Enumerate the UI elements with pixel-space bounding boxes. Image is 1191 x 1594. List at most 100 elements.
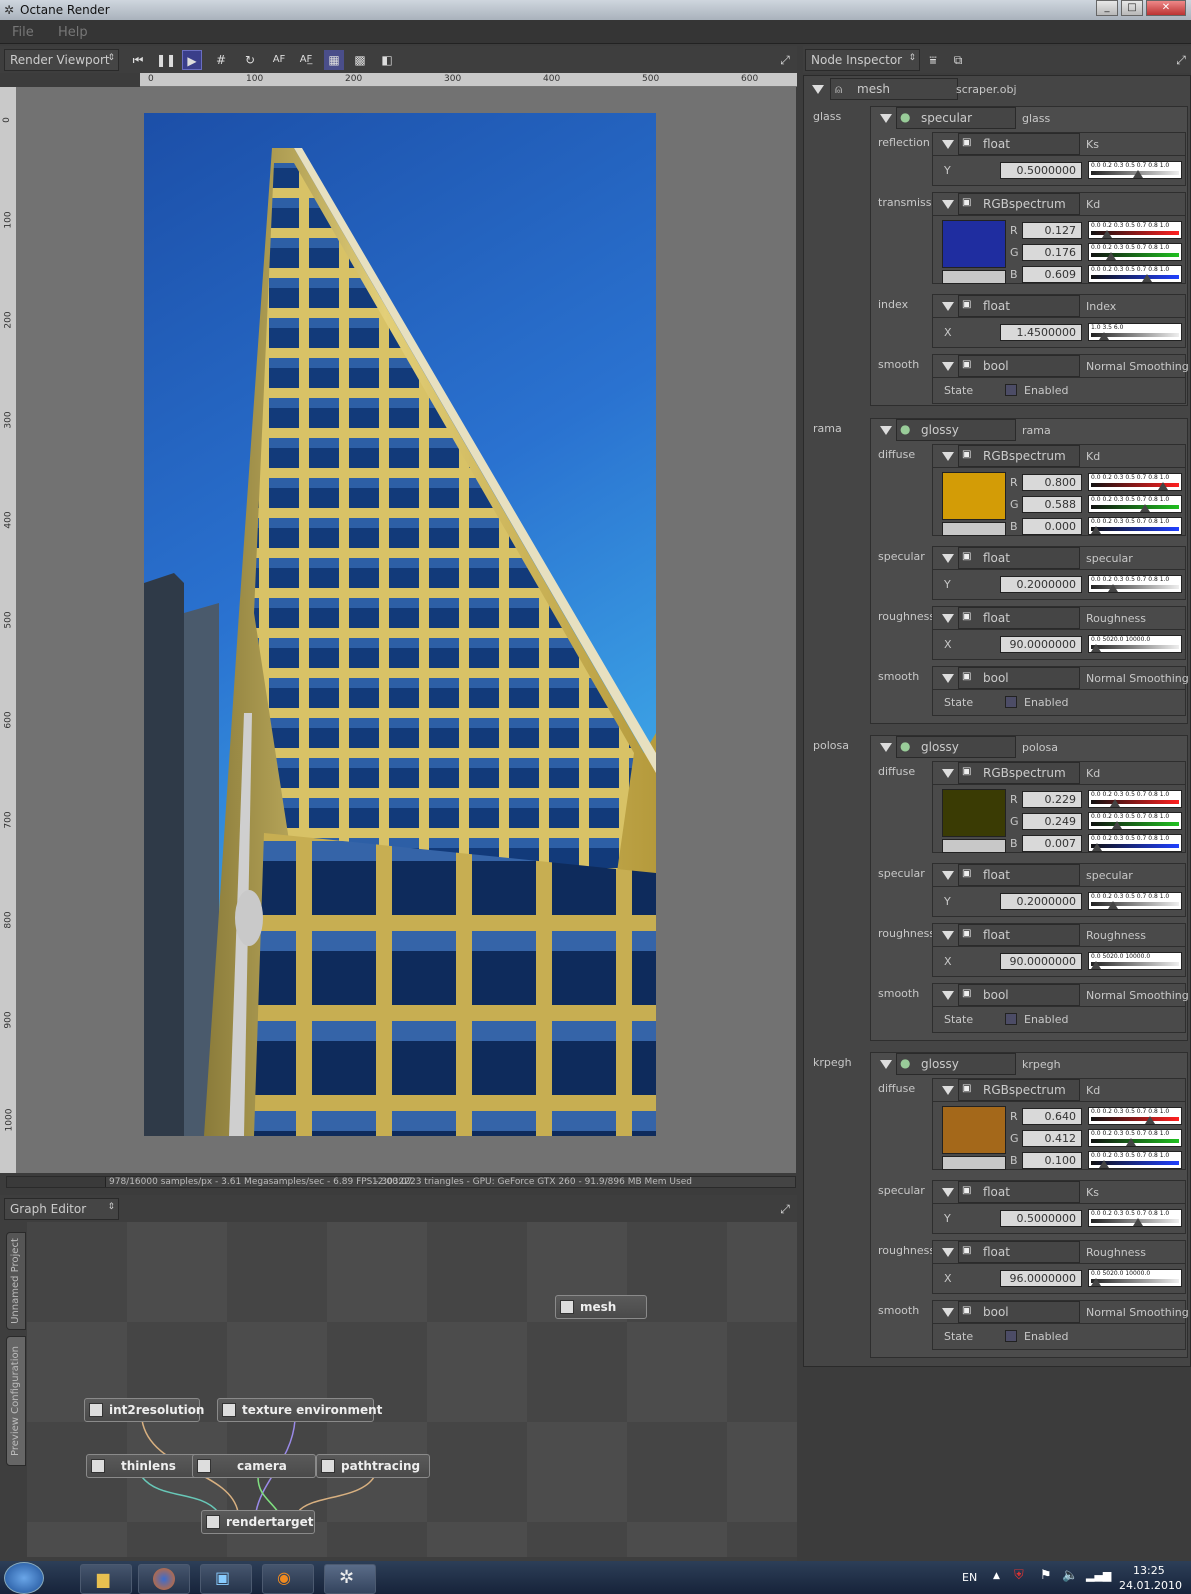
slider-knob[interactable]	[1133, 1218, 1143, 1226]
krpegh-diffuse-g-slider[interactable]: 0.0 0.2 0.3 0.5 0.7 0.8 1.0	[1088, 1129, 1182, 1147]
collapse-icon[interactable]: ⩸	[923, 50, 943, 70]
node-texture-environment[interactable]: texture environment	[217, 1398, 382, 1422]
blender-taskbar-button[interactable]: ◉	[262, 1564, 314, 1594]
pause-icon[interactable]: ❚❚	[156, 50, 176, 70]
slider-knob[interactable]	[1111, 821, 1122, 829]
slider-knob[interactable]	[1107, 901, 1118, 909]
rama-diffuse-r-value-field[interactable]: 0.800	[1022, 474, 1082, 491]
slider-knob[interactable]	[1101, 230, 1112, 238]
node-int2resolution[interactable]: int2resolution	[84, 1398, 204, 1422]
polosa-diffuse-color-swatch[interactable]	[942, 789, 1006, 837]
autofocus-pick-icon[interactable]: AF̲	[296, 50, 316, 70]
glass-index-value-field[interactable]: 1.4500000	[1000, 324, 1082, 341]
rama-diffuse-b-value-field[interactable]: 0.000	[1022, 518, 1082, 535]
explorer-taskbar-button[interactable]: ▆	[80, 1564, 132, 1594]
glass-reflection-type-combo[interactable]: float	[958, 133, 1080, 155]
polosa-diffuse-r-value-field[interactable]: 0.229	[1022, 791, 1082, 808]
krpegh-diffuse-r-slider[interactable]: 0.0 0.2 0.3 0.5 0.7 0.8 1.0	[1088, 1107, 1182, 1125]
polosa-smooth-type-combo[interactable]: bool	[958, 984, 1080, 1006]
security-icon[interactable]: ⛨	[1014, 1568, 1024, 1583]
rama-diffuse-b-slider[interactable]: 0.0 0.2 0.3 0.5 0.7 0.8 1.0	[1088, 517, 1182, 535]
clock-date[interactable]: 24.01.2010	[1119, 1579, 1182, 1592]
node-pathtracing[interactable]: pathtracing	[316, 1454, 430, 1478]
polosa-smooth-expand-arrow-icon[interactable]	[942, 991, 954, 1000]
maximize-viewport-icon[interactable]: ⤢	[775, 50, 795, 70]
rama-diffuse-type-combo[interactable]: RGBspectrum	[958, 445, 1080, 467]
rama-smooth-expand-arrow-icon[interactable]	[942, 674, 954, 683]
slider-knob[interactable]	[1110, 799, 1121, 807]
rama-roughness-value-field[interactable]: 90.0000000	[1000, 636, 1082, 653]
view-mode-3-icon[interactable]: ◧	[377, 50, 397, 70]
glass-transmission-r-value-field[interactable]: 0.127	[1022, 222, 1082, 239]
close-button[interactable]: ✕	[1146, 0, 1186, 16]
rama-smooth-checkbox[interactable]	[1005, 696, 1017, 708]
flag-icon[interactable]: ⚑	[1040, 1568, 1052, 1583]
krpegh-diffuse-b-slider[interactable]: 0.0 0.2 0.3 0.5 0.7 0.8 1.0	[1088, 1151, 1182, 1169]
control-panel-taskbar-button[interactable]: ▣	[200, 1564, 252, 1594]
glass-index-expand-arrow-icon[interactable]	[942, 302, 954, 311]
menu-file[interactable]: File	[12, 25, 34, 40]
polosa-material-expand-icon[interactable]	[880, 743, 892, 752]
glass-transmission-type-combo[interactable]: RGBspectrum	[958, 193, 1080, 215]
krpegh-diffuse-expand-arrow-icon[interactable]	[942, 1086, 954, 1095]
rama-diffuse-g-slider[interactable]: 0.0 0.2 0.3 0.5 0.7 0.8 1.0	[1088, 495, 1182, 513]
refresh-icon[interactable]: ↻	[240, 50, 260, 70]
slider-knob[interactable]	[1125, 1138, 1136, 1146]
expand-arrow-icon[interactable]	[812, 85, 824, 94]
glass-transmission-g-value-field[interactable]: 0.176	[1022, 244, 1082, 261]
glass-transmission-b-slider[interactable]: 0.0 0.2 0.3 0.5 0.7 0.8 1.0	[1088, 265, 1182, 283]
glass-transmission-g-slider[interactable]: 0.0 0.2 0.3 0.5 0.7 0.8 1.0	[1088, 243, 1182, 261]
polosa-specular-slider[interactable]: 0.0 0.2 0.3 0.5 0.7 0.8 1.0	[1088, 892, 1182, 910]
polosa-specular-expand-arrow-icon[interactable]	[942, 871, 954, 880]
slider-knob[interactable]	[1091, 526, 1101, 534]
rama-material-type-combo[interactable]: glossy	[896, 419, 1016, 441]
tray-arrow-icon[interactable]: ▲	[993, 1571, 1000, 1581]
glass-smooth-type-combo[interactable]: bool	[958, 355, 1080, 377]
rama-specular-slider[interactable]: 0.0 0.2 0.3 0.5 0.7 0.8 1.0	[1088, 575, 1182, 593]
polosa-diffuse-type-combo[interactable]: RGBspectrum	[958, 762, 1080, 784]
start-button[interactable]	[4, 1562, 44, 1594]
node-thinlens[interactable]: thinlens	[86, 1454, 202, 1478]
krpegh-diffuse-b-value-field[interactable]: 0.100	[1022, 1152, 1082, 1169]
glass-transmission-color-swatch[interactable]	[942, 220, 1006, 268]
polosa-roughness-value-field[interactable]: 90.0000000	[1000, 953, 1082, 970]
clock-time[interactable]: 13:25	[1133, 1564, 1165, 1577]
krpegh-roughness-type-combo[interactable]: float	[958, 1241, 1080, 1263]
rama-diffuse-g-value-field[interactable]: 0.588	[1022, 496, 1082, 513]
rama-specular-expand-arrow-icon[interactable]	[942, 554, 954, 563]
polosa-roughness-expand-arrow-icon[interactable]	[942, 931, 954, 940]
polosa-diffuse-g-value-field[interactable]: 0.249	[1022, 813, 1082, 830]
menu-help[interactable]: Help	[58, 25, 88, 40]
krpegh-material-expand-icon[interactable]	[880, 1060, 892, 1069]
glass-transmission-expand-arrow-icon[interactable]	[942, 200, 954, 209]
slider-knob[interactable]	[1142, 274, 1153, 282]
glass-index-type-combo[interactable]: float	[958, 295, 1080, 317]
krpegh-specular-type-combo[interactable]: float	[958, 1181, 1080, 1203]
slider-knob[interactable]	[1105, 252, 1116, 260]
krpegh-material-type-combo[interactable]: glossy	[896, 1053, 1016, 1075]
polosa-roughness-type-combo[interactable]: float	[958, 924, 1080, 946]
polosa-diffuse-expand-arrow-icon[interactable]	[942, 769, 954, 778]
octane-taskbar-button[interactable]: ✲	[324, 1564, 376, 1594]
krpegh-specular-slider[interactable]: 0.0 0.2 0.3 0.5 0.7 0.8 1.0	[1088, 1209, 1182, 1227]
krpegh-roughness-expand-arrow-icon[interactable]	[942, 1248, 954, 1257]
glass-transmission-r-slider[interactable]: 0.0 0.2 0.3 0.5 0.7 0.8 1.0	[1088, 221, 1182, 239]
polosa-diffuse-g-slider[interactable]: 0.0 0.2 0.3 0.5 0.7 0.8 1.0	[1088, 812, 1182, 830]
rama-material-expand-icon[interactable]	[880, 426, 892, 435]
viewport-combo[interactable]: Render Viewport ⇕	[4, 49, 119, 71]
rama-roughness-slider[interactable]: 0.0 5020.0 10000.0	[1088, 635, 1182, 653]
rewind-icon[interactable]: ⏮	[128, 50, 148, 70]
polosa-diffuse-r-slider[interactable]: 0.0 0.2 0.3 0.5 0.7 0.8 1.0	[1088, 790, 1182, 808]
slider-knob[interactable]	[1144, 1116, 1155, 1124]
slider-knob[interactable]	[1091, 961, 1101, 969]
expand-icon[interactable]: ⧉	[948, 50, 968, 70]
maximize-inspector-icon[interactable]: ⤢	[1171, 50, 1191, 70]
autofocus-icon[interactable]: AF	[269, 50, 289, 70]
region-icon[interactable]: #	[211, 50, 231, 70]
krpegh-specular-value-field[interactable]: 0.5000000	[1000, 1210, 1082, 1227]
firefox-taskbar-button[interactable]	[138, 1564, 190, 1594]
node-mesh[interactable]: mesh	[555, 1295, 647, 1319]
krpegh-roughness-slider[interactable]: 0.0 5020.0 10000.0	[1088, 1269, 1182, 1287]
slider-knob[interactable]	[1091, 843, 1102, 851]
krpegh-specular-expand-arrow-icon[interactable]	[942, 1188, 954, 1197]
